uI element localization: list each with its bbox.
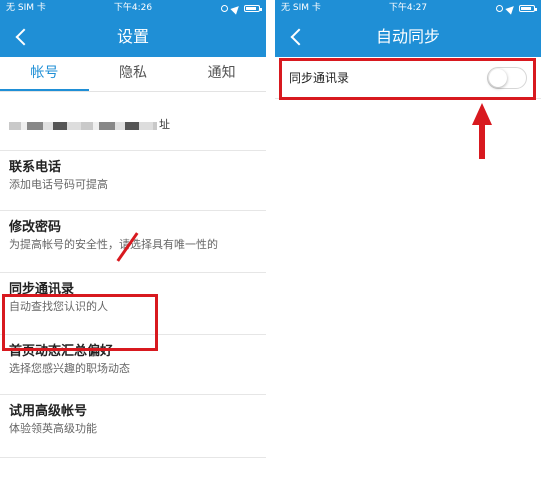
settings-screen: 无 SIM 卡 下午4:26 设置 帐号 隐私 通知 址 联系电话 添加电话号码…: [0, 0, 266, 483]
list-item-subtitle: 址: [159, 118, 170, 131]
rotation-lock-icon: [496, 5, 503, 12]
status-icons: [496, 0, 537, 17]
list-item-change-password[interactable]: 修改密码 为提高帐号的安全性，请选择具有唯一性的: [0, 211, 266, 273]
status-bar: 无 SIM 卡 下午4:26: [0, 0, 266, 17]
list-item-subtitle: 添加电话号码可提高: [9, 178, 108, 191]
annotation-highlight-box: [279, 58, 536, 100]
location-icon: [230, 2, 242, 15]
settings-tabs: 帐号 隐私 通知: [0, 57, 266, 92]
status-icons: [221, 0, 262, 17]
annotation-arrow-icon: [472, 103, 492, 159]
list-item-title: 联系电话: [9, 160, 62, 175]
annotation-highlight-box: [2, 294, 158, 351]
status-bar: 无 SIM 卡 下午4:27: [275, 0, 541, 17]
list-item-subtitle: 体验领英高级功能: [9, 422, 97, 435]
tab-notifications[interactable]: 通知: [177, 57, 266, 91]
location-icon: [505, 2, 517, 15]
page-title: 自动同步: [375, 27, 440, 46]
list-item-premium-trial[interactable]: 试用高级帐号 体验领英高级功能: [0, 395, 266, 458]
rotation-lock-icon: [221, 5, 228, 12]
list-item-subtitle: 选择您感兴趣的职场动态: [9, 362, 130, 375]
list-item-title: 试用高级帐号: [9, 404, 88, 419]
auto-sync-screen: 无 SIM 卡 下午4:27 自动同步 同步通讯录: [275, 0, 541, 483]
nav-bar: 设置: [0, 17, 266, 57]
redacted-text: [9, 122, 157, 130]
tab-privacy[interactable]: 隐私: [89, 57, 178, 91]
settings-list: 址 联系电话 添加电话号码可提高 修改密码 为提高帐号的安全性，请选择具有唯一性…: [0, 92, 266, 458]
tab-account[interactable]: 帐号: [0, 57, 89, 91]
list-item-phone[interactable]: 联系电话 添加电话号码可提高: [0, 151, 266, 211]
panel-divider: [266, 0, 275, 483]
battery-icon: [244, 5, 262, 12]
list-item-address[interactable]: 址: [0, 92, 266, 151]
page-title: 设置: [116, 27, 149, 46]
battery-icon: [519, 5, 537, 12]
nav-bar: 自动同步: [275, 17, 541, 57]
